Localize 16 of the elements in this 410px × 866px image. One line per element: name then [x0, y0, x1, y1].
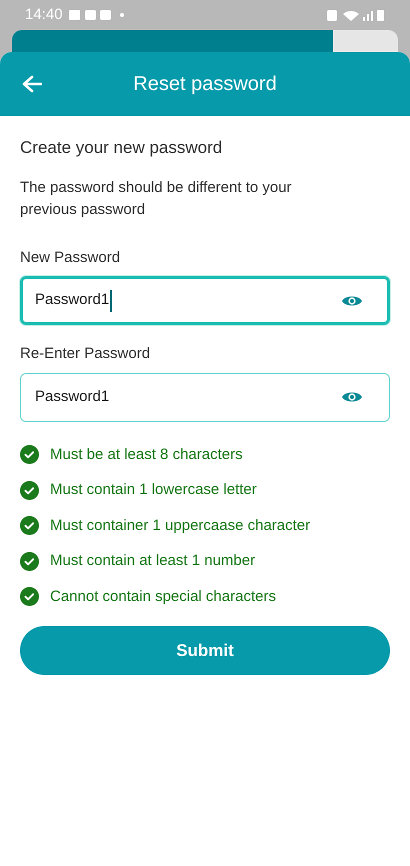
- rule-text: Must contain 1 lowercase letter: [50, 480, 257, 500]
- password-field[interactable]: Password1: [20, 372, 390, 422]
- status-icons: [327, 8, 385, 22]
- page-heading: Create your new password: [20, 137, 224, 159]
- status-time: 14:40: [25, 4, 63, 25]
- rule-text: Must contain at least 1 number: [50, 551, 256, 571]
- field-label: Re-Enter Password: [20, 344, 152, 364]
- rule-text: Must container 1 uppercaase character: [50, 516, 310, 536]
- rule-text: Cannot contain special characters: [50, 586, 276, 606]
- password-field[interactable]: Password1: [20, 276, 390, 325]
- field-label: New Password: [20, 248, 122, 268]
- header-title: Reset password: [133, 72, 277, 97]
- notification-icons: [68, 9, 125, 21]
- rule-text: Must be at least 8 characters: [50, 444, 243, 464]
- description: The password should be different to your previous password: [20, 178, 293, 220]
- back-arrow-icon: [22, 75, 42, 93]
